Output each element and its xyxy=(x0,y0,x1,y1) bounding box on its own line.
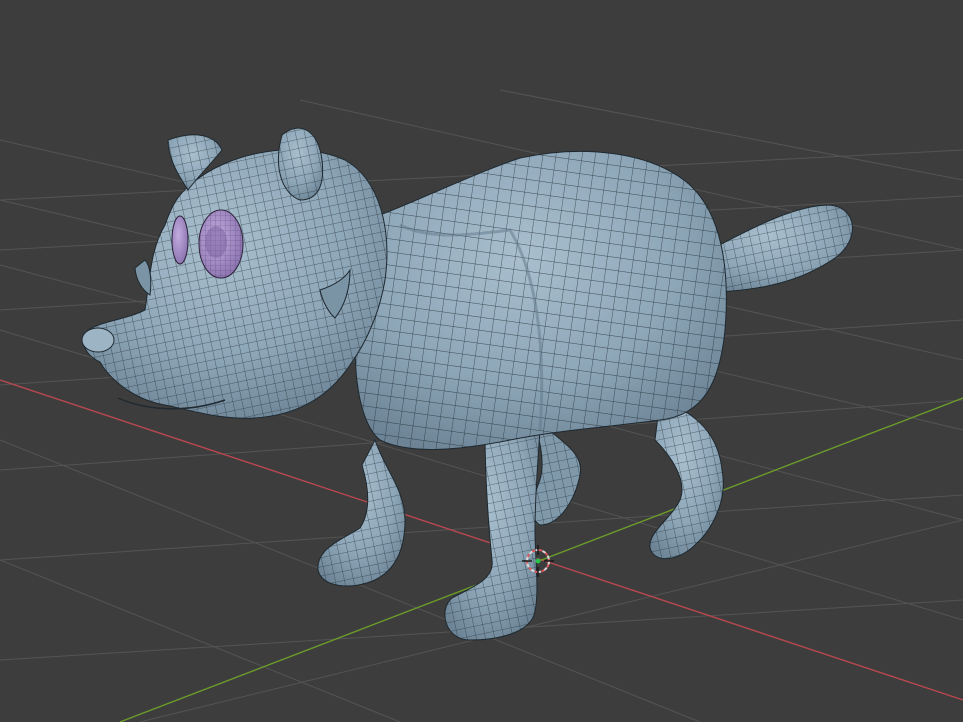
3d-viewport[interactable] xyxy=(0,0,963,722)
wolf-nose xyxy=(81,327,115,353)
object-origin-dot xyxy=(535,558,541,564)
wolf-eye-far xyxy=(171,215,189,265)
viewport-canvas[interactable] xyxy=(0,0,963,722)
wolf-mesh[interactable] xyxy=(81,127,853,641)
